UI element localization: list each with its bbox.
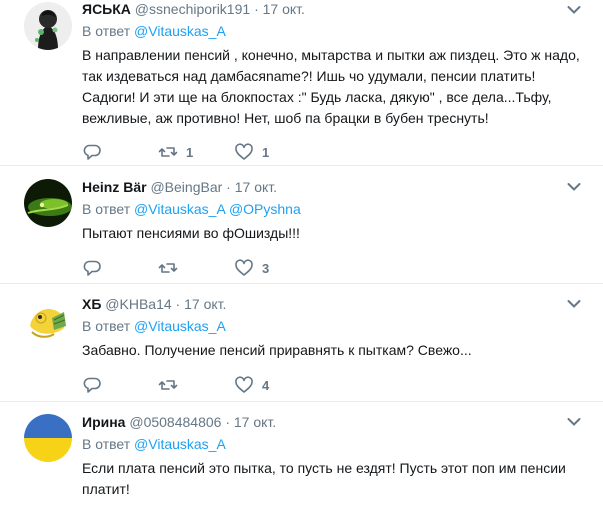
reply-button[interactable] — [82, 142, 158, 162]
tweet[interactable]: ЯСЬКА @ssnechiporik191 · 17 окт. В ответ… — [0, 0, 603, 166]
timestamp[interactable]: 17 окт. — [184, 296, 226, 312]
reply-prefix: В ответ — [82, 201, 131, 217]
reply-context: В ответ @Vitauskas_A — [82, 22, 603, 40]
mention-link[interactable]: @Vitauskas_A — [134, 318, 226, 334]
display-name[interactable]: ЯСЬКА — [82, 1, 131, 17]
tweet-header: Heinz Bär @BeingBar · 17 окт. — [82, 178, 603, 196]
display-name[interactable]: ХБ — [82, 296, 101, 312]
avatar[interactable] — [24, 296, 72, 344]
chevron-down-icon[interactable] — [567, 299, 581, 309]
tweet-text: В направлении пенсий , конечно, мытарств… — [82, 47, 580, 126]
avatar-image — [24, 179, 72, 227]
reply-icon — [83, 144, 101, 160]
tweet-text: Пытают пенсиями во фОшизды!!! — [82, 225, 300, 241]
retweet-button[interactable] — [158, 375, 234, 395]
display-name[interactable]: Ирина — [82, 414, 125, 430]
reply-context: В ответ @Vitauskas_A — [82, 435, 603, 453]
user-handle[interactable]: @ssnechiporik191 — [135, 1, 250, 17]
separator-dot: · — [225, 414, 230, 430]
avatar[interactable] — [24, 2, 72, 50]
tweet[interactable]: Heinz Bär @BeingBar · 17 окт. В ответ @V… — [0, 166, 603, 284]
mention-link[interactable]: @Vitauskas_A — [134, 436, 226, 452]
timeline: ЯСЬКА @ssnechiporik191 · 17 окт. В ответ… — [0, 0, 603, 511]
like-button[interactable]: 1 — [234, 142, 310, 162]
heart-icon — [235, 143, 253, 160]
reply-button[interactable] — [82, 375, 158, 395]
user-handle[interactable]: @KHBa14 — [105, 296, 171, 312]
like-button[interactable]: 3 — [234, 258, 310, 278]
tweet-text: Если плата пенсий это пытка, то пусть не… — [82, 460, 566, 497]
heart-icon — [235, 259, 253, 276]
tweet-header: ЯСЬКА @ssnechiporik191 · 17 окт. — [82, 0, 603, 18]
retweet-count: 1 — [186, 144, 194, 160]
separator-dot: · — [254, 1, 259, 17]
tweet-header: ХБ @KHBa14 · 17 окт. — [82, 295, 603, 313]
reply-icon — [83, 377, 101, 393]
like-count: 1 — [262, 144, 270, 160]
chevron-down-icon[interactable] — [567, 182, 581, 192]
reply-prefix: В ответ — [82, 23, 131, 39]
user-handle[interactable]: @BeingBar — [150, 179, 222, 195]
retweet-button[interactable]: 1 — [158, 142, 234, 162]
display-name[interactable]: Heinz Bär — [82, 179, 147, 195]
reply-icon — [83, 260, 101, 276]
tweet[interactable]: Ирина @0508484806 · 17 окт. В ответ @Vit… — [0, 402, 603, 511]
mention-link[interactable]: @Vitauskas_A — [134, 23, 226, 39]
separator-dot: · — [175, 296, 181, 312]
like-button[interactable]: 4 — [234, 375, 310, 395]
tweet-actions: 3 — [82, 258, 603, 278]
avatar-image — [24, 296, 72, 344]
retweet-icon — [158, 380, 178, 390]
like-count: 4 — [262, 377, 270, 393]
retweet-button[interactable] — [158, 258, 234, 278]
like-count: 3 — [262, 260, 270, 276]
reply-context: В ответ @Vitauskas_A — [82, 317, 603, 335]
tweet-actions: 1 1 — [82, 142, 603, 162]
chevron-down-icon[interactable] — [567, 5, 581, 15]
tweet-text: Забавно. Получение пенсий приравнять к п… — [82, 342, 472, 358]
retweet-icon — [158, 147, 178, 157]
mention-link[interactable]: @OPyshna — [229, 201, 301, 217]
heart-icon — [235, 376, 253, 393]
user-handle[interactable]: @0508484806 — [129, 414, 221, 430]
timestamp[interactable]: 17 окт. — [234, 414, 276, 430]
tweet[interactable]: ХБ @KHBa14 · 17 окт. В ответ @Vitauskas_… — [0, 284, 603, 402]
avatar-image — [24, 2, 72, 50]
tweet-header: Ирина @0508484806 · 17 окт. — [82, 413, 603, 431]
ukraine-flag-avatar — [24, 414, 72, 462]
timestamp[interactable]: 17 окт. — [263, 1, 305, 17]
chevron-down-icon[interactable] — [567, 417, 581, 427]
avatar[interactable] — [24, 179, 72, 227]
reply-button[interactable] — [82, 258, 158, 278]
retweet-icon — [158, 263, 178, 273]
reply-context: В ответ @Vitauskas_A @OPyshna — [82, 200, 603, 218]
separator-dot: · — [226, 179, 231, 195]
tweet-actions: 4 — [82, 375, 603, 395]
reply-prefix: В ответ — [82, 436, 131, 452]
avatar[interactable] — [24, 414, 72, 462]
timestamp[interactable]: 17 окт. — [235, 179, 277, 195]
reply-prefix: В ответ — [82, 318, 131, 334]
mention-link[interactable]: @Vitauskas_A — [134, 201, 225, 217]
